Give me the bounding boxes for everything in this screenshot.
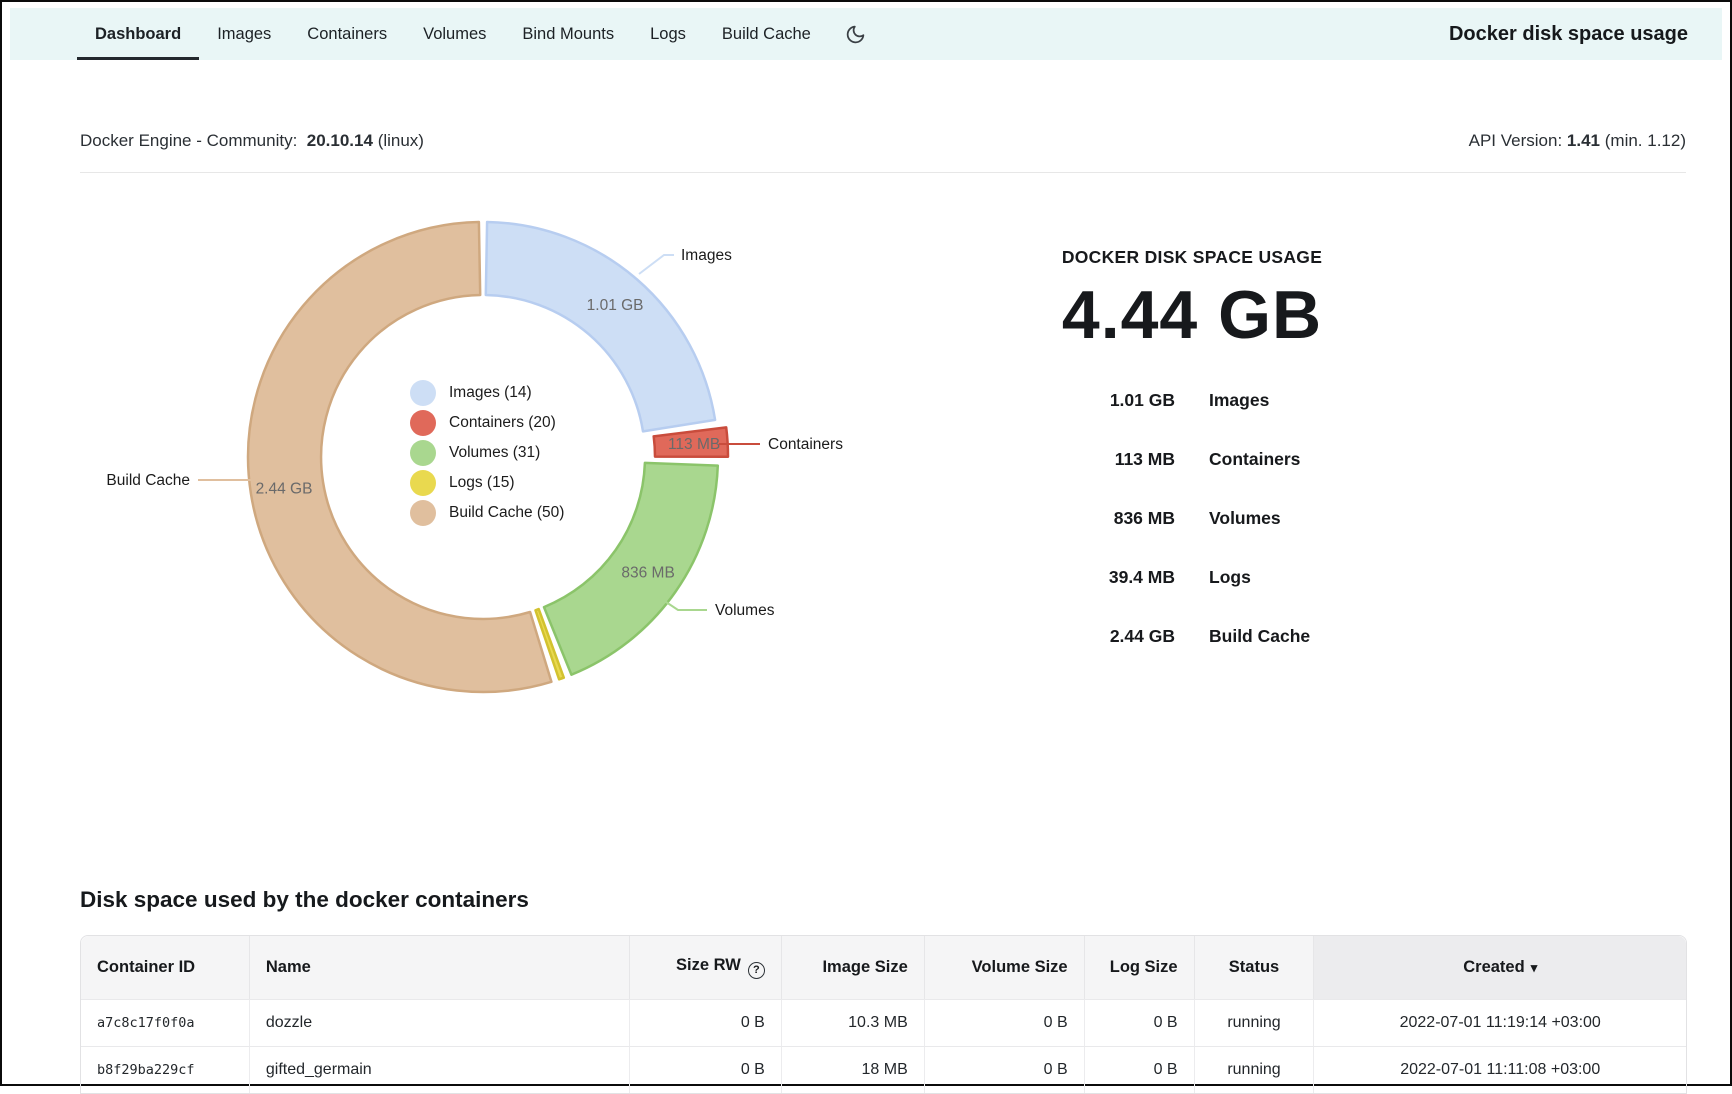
cell-volume-size: 0 B xyxy=(924,999,1084,1046)
engine-version: 20.10.14 xyxy=(307,131,373,150)
slice-size-label-build-cache: 2.44 GB xyxy=(256,480,313,497)
usage-category-label: Images xyxy=(1209,390,1412,411)
cell-image-size: 18 MB xyxy=(781,1046,924,1093)
slice-callout-images: Images xyxy=(681,247,732,264)
engine-info-row: Docker Engine - Community: 20.10.14 (lin… xyxy=(80,130,1686,152)
tab-logs[interactable]: Logs xyxy=(632,8,704,60)
tab-dashboard[interactable]: Dashboard xyxy=(77,8,199,60)
api-min-version: (min. 1.12) xyxy=(1605,131,1686,150)
engine-label: Docker Engine - Community: xyxy=(80,131,297,150)
legend-swatch-icon xyxy=(410,410,436,436)
cell-name: gifted_germain xyxy=(249,1046,629,1093)
legend-swatch-icon xyxy=(410,440,436,466)
cell-created: 2022-07-01 11:19:14 +03:00 xyxy=(1313,999,1686,1046)
cell-status: running xyxy=(1194,999,1314,1046)
column-header-status[interactable]: Status xyxy=(1194,936,1314,999)
engine-platform: (linux) xyxy=(378,131,424,150)
docker-disk-usage-page: { "header": { "app_title": "Docker disk … xyxy=(0,0,1732,1086)
usage-summary-panel: DOCKER DISK SPACE USAGE 4.44 GB 1.01 GB I… xyxy=(972,247,1412,685)
legend-label: Build Cache (50) xyxy=(449,504,564,522)
tab-images[interactable]: Images xyxy=(199,8,289,60)
usage-rows: 1.01 GB Images 113 MB Containers 836 MB Volum… xyxy=(972,390,1412,647)
slice-callout-build-cache: Build Cache xyxy=(106,472,190,489)
leader-line-images xyxy=(639,255,674,274)
api-version: 1.41 xyxy=(1567,131,1600,150)
usage-row-images: 1.01 GB Images xyxy=(972,390,1412,411)
column-header-log-size[interactable]: Log Size xyxy=(1084,936,1194,999)
cell-name: dozzle xyxy=(249,999,629,1046)
tab-volumes[interactable]: Volumes xyxy=(405,8,504,60)
cell-container-id: a7c8c17f0f0a xyxy=(81,999,249,1046)
usage-category-label: Volumes xyxy=(1209,508,1412,529)
disk-usage-chart-section: 1.01 GB 113 MB 836 MB 2.44 GB Images Contai… xyxy=(80,173,1686,873)
usage-row-containers: 113 MB Containers xyxy=(972,449,1412,470)
tab-containers[interactable]: Containers xyxy=(289,8,405,60)
legend-item-build-cache[interactable]: Build Cache (50) xyxy=(410,500,564,526)
cell-size-rw: 0 B xyxy=(629,1046,781,1093)
api-label: API Version: xyxy=(1469,131,1563,150)
cell-size-rw: 0 B xyxy=(629,999,781,1046)
legend-label: Logs (15) xyxy=(449,474,514,492)
legend-label: Images (14) xyxy=(449,384,532,402)
usage-panel-title: DOCKER DISK SPACE USAGE xyxy=(972,247,1412,268)
main-content: Docker Engine - Community: 20.10.14 (lin… xyxy=(2,130,1730,1094)
slice-size-label-containers: 113 MB xyxy=(668,436,720,453)
top-navigation-bar: DashboardImagesContainersVolumesBind Mou… xyxy=(10,8,1722,60)
usage-size-value: 836 MB xyxy=(972,508,1175,529)
column-header-created[interactable]: Created▾ xyxy=(1313,936,1686,999)
usage-size-value: 39.4 MB xyxy=(972,567,1175,588)
tab-bind-mounts[interactable]: Bind Mounts xyxy=(504,8,632,60)
legend-item-containers[interactable]: Containers (20) xyxy=(410,410,564,436)
column-header-name[interactable]: Name xyxy=(249,936,629,999)
column-header-container-id[interactable]: Container ID xyxy=(81,936,249,999)
slice-callout-containers: Containers xyxy=(768,436,843,453)
moon-icon xyxy=(845,24,866,45)
chart-legend: Images (14) Containers (20) Volumes (31) Lo… xyxy=(410,380,564,530)
cell-image-size: 10.3 MB xyxy=(781,999,924,1046)
table-header-row: Container IDNameSize RW?Image SizeVolume… xyxy=(81,936,1686,999)
slice-size-label-images: 1.01 GB xyxy=(587,297,644,314)
app-title: Docker disk space usage xyxy=(1449,23,1688,46)
usage-row-volumes: 836 MB Volumes xyxy=(972,508,1412,529)
sort-desc-icon: ▾ xyxy=(1531,960,1538,975)
nav-tabs: DashboardImagesContainersVolumesBind Mou… xyxy=(77,8,829,60)
slice-callout-volumes: Volumes xyxy=(715,602,775,619)
engine-version-text: Docker Engine - Community: 20.10.14 (lin… xyxy=(80,130,424,152)
usage-total-value: 4.44 GB xyxy=(972,276,1412,354)
cell-container-id: b8f29ba229cf xyxy=(81,1046,249,1093)
usage-category-label: Logs xyxy=(1209,567,1412,588)
column-header-size-rw[interactable]: Size RW? xyxy=(629,936,781,999)
usage-row-logs: 39.4 MB Logs xyxy=(972,567,1412,588)
containers-table: Container IDNameSize RW?Image SizeVolume… xyxy=(80,935,1687,1094)
cell-volume-size: 0 B xyxy=(924,1046,1084,1093)
table-row: b8f29ba229cfgifted_germain0 B18 MB0 B0 B… xyxy=(81,1046,1686,1093)
legend-swatch-icon xyxy=(410,470,436,496)
legend-swatch-icon xyxy=(410,380,436,406)
dark-mode-toggle[interactable] xyxy=(829,8,882,60)
usage-row-build-cache: 2.44 GB Build Cache xyxy=(972,626,1412,647)
legend-item-volumes[interactable]: Volumes (31) xyxy=(410,440,564,466)
slice-size-label-volumes: 836 MB xyxy=(621,565,674,582)
table-row: a7c8c17f0f0adozzle0 B10.3 MB0 B0 Brunnin… xyxy=(81,999,1686,1046)
cell-status: running xyxy=(1194,1046,1314,1093)
legend-label: Containers (20) xyxy=(449,414,556,432)
cell-log-size: 0 B xyxy=(1084,999,1194,1046)
legend-item-logs[interactable]: Logs (15) xyxy=(410,470,564,496)
cell-log-size: 0 B xyxy=(1084,1046,1194,1093)
usage-size-value: 113 MB xyxy=(972,449,1175,470)
legend-item-images[interactable]: Images (14) xyxy=(410,380,564,406)
api-version-text: API Version: 1.41 (min. 1.12) xyxy=(1469,130,1686,152)
tab-build-cache[interactable]: Build Cache xyxy=(704,8,829,60)
legend-swatch-icon xyxy=(410,500,436,526)
usage-size-value: 2.44 GB xyxy=(972,626,1175,647)
usage-size-value: 1.01 GB xyxy=(972,390,1175,411)
cell-created: 2022-07-01 11:11:08 +03:00 xyxy=(1313,1046,1686,1093)
legend-label: Volumes (31) xyxy=(449,444,540,462)
column-header-volume-size[interactable]: Volume Size xyxy=(924,936,1084,999)
column-header-image-size[interactable]: Image Size xyxy=(781,936,924,999)
usage-category-label: Build Cache xyxy=(1209,626,1412,647)
help-icon[interactable]: ? xyxy=(748,962,765,979)
containers-table-title: Disk space used by the docker containers xyxy=(80,885,1686,915)
usage-category-label: Containers xyxy=(1209,449,1412,470)
